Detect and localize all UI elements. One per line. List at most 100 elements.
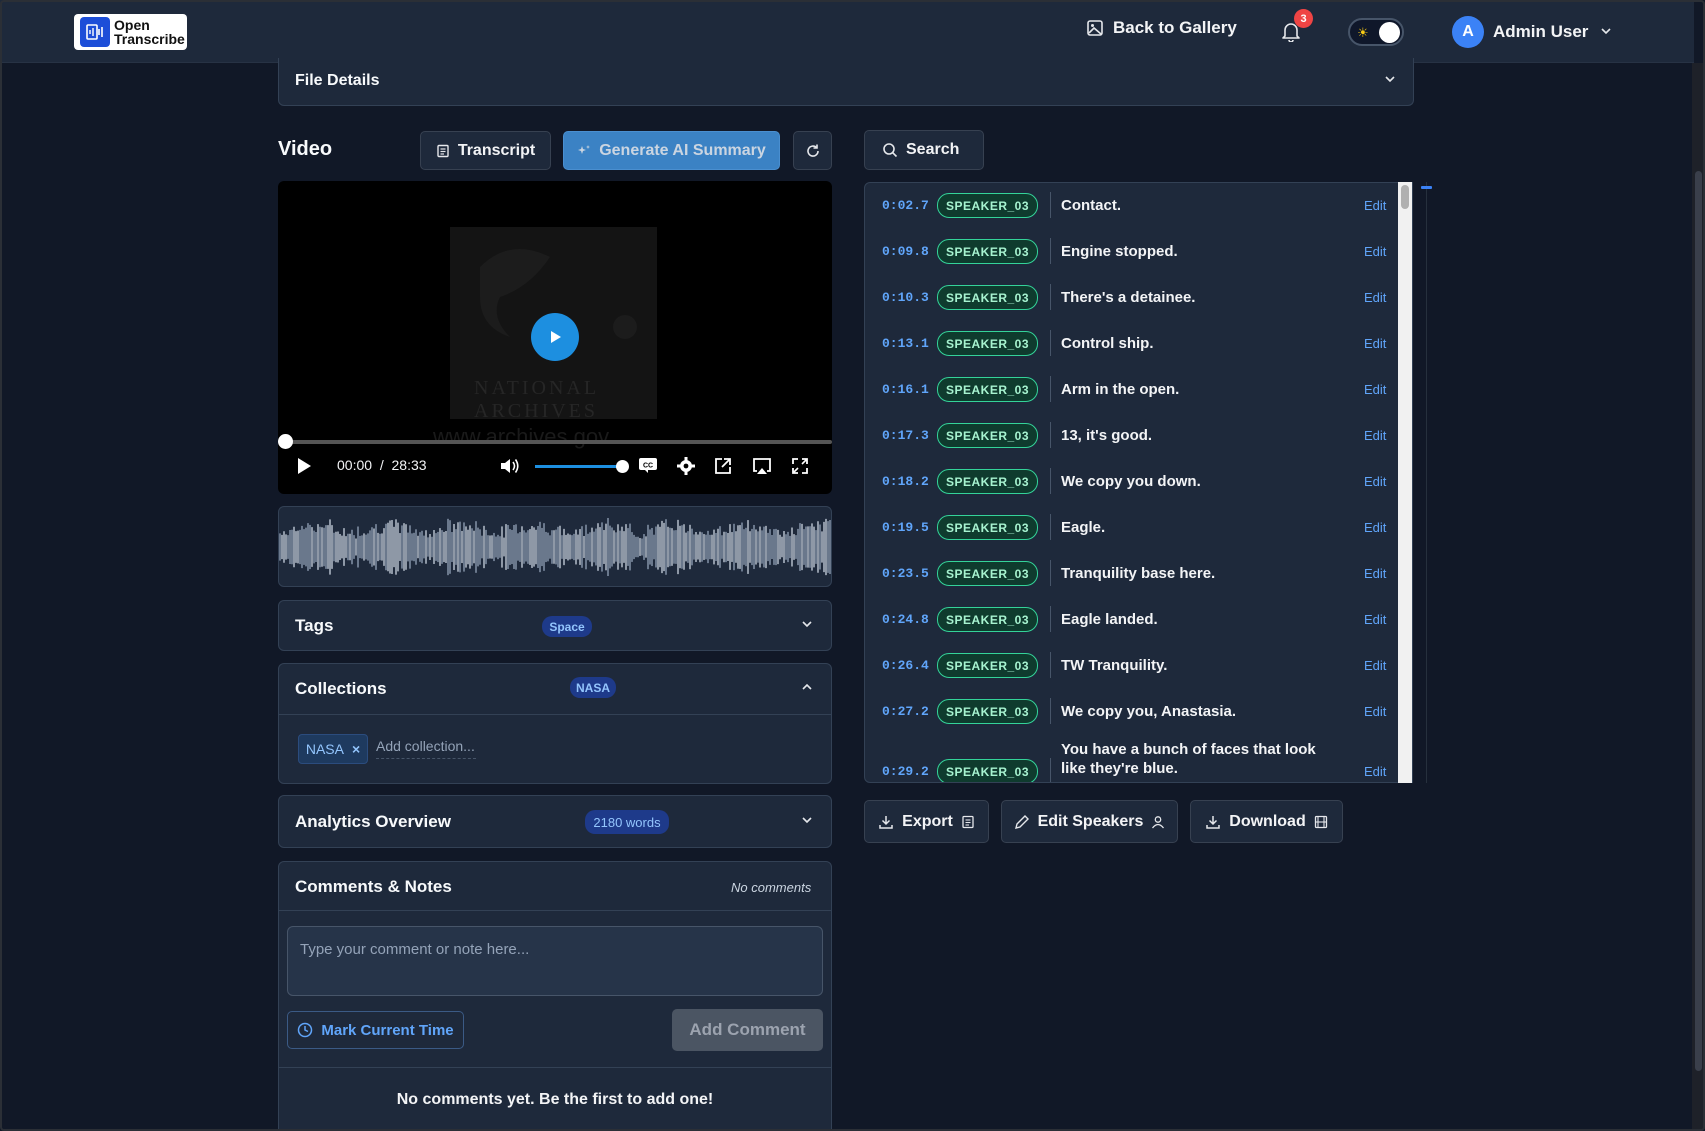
transcript-button[interactable]: Transcript <box>420 131 551 170</box>
play-button[interactable] <box>294 456 314 481</box>
collections-title[interactable]: Collections <box>295 679 387 699</box>
play-overlay-button[interactable] <box>531 313 579 361</box>
seek-bar[interactable] <box>284 440 832 444</box>
transcript-scrollbar-thumb[interactable] <box>1401 185 1409 209</box>
segment-timestamp[interactable]: 0:23.5 <box>882 566 929 581</box>
transcript-row[interactable]: 0:13.1 SPEAKER_03 Control ship. Edit <box>865 321 1399 367</box>
video-player[interactable]: NATIONAL ARCHIVES www.archives.gov 00:00… <box>278 181 832 494</box>
app-logo[interactable]: Open Transcribe <box>74 14 187 50</box>
back-to-gallery-link[interactable]: Back to Gallery <box>1086 18 1237 38</box>
segment-text[interactable]: Tranquility base here. <box>1061 564 1331 583</box>
chevron-down-icon[interactable] <box>800 813 814 832</box>
transcript-row[interactable]: 0:19.5 SPEAKER_03 Eagle. Edit <box>865 505 1399 551</box>
edit-segment-button[interactable]: Edit <box>1364 290 1386 305</box>
seek-handle[interactable] <box>278 434 293 449</box>
segment-text[interactable]: Control ship. <box>1061 334 1331 353</box>
speaker-badge[interactable]: SPEAKER_03 <box>937 561 1038 586</box>
speaker-badge[interactable]: SPEAKER_03 <box>937 607 1038 632</box>
chevron-up-icon[interactable] <box>800 680 814 699</box>
chevron-down-icon[interactable] <box>800 617 814 636</box>
volume-slider[interactable] <box>535 465 621 468</box>
transcript-row[interactable]: 0:27.2 SPEAKER_03 We copy you, Anastasia. E… <box>865 689 1399 735</box>
comment-textarea[interactable]: Type your comment or note here... <box>287 926 823 996</box>
transcript-row[interactable]: 0:18.2 SPEAKER_03 We copy you down. Edit <box>865 459 1399 505</box>
segment-timestamp[interactable]: 0:17.3 <box>882 428 929 443</box>
popout-button[interactable] <box>713 456 733 481</box>
add-comment-button[interactable]: Add Comment <box>672 1009 823 1051</box>
segment-text[interactable]: Arm in the open. <box>1061 380 1331 399</box>
user-name[interactable]: Admin User <box>1493 22 1588 42</box>
transcript-row[interactable]: 0:26.4 SPEAKER_03 TW Tranquility. Edit <box>865 643 1399 689</box>
edit-segment-button[interactable]: Edit <box>1364 244 1386 259</box>
audio-waveform[interactable] <box>278 506 832 587</box>
segment-text[interactable]: You have a bunch of faces that look like… <box>1061 740 1331 778</box>
speaker-badge[interactable]: SPEAKER_03 <box>937 193 1038 218</box>
transcript-row[interactable]: 0:17.3 SPEAKER_03 13, it's good. Edit <box>865 413 1399 459</box>
edit-segment-button[interactable]: Edit <box>1364 612 1386 627</box>
segment-text[interactable]: Eagle. <box>1061 518 1331 537</box>
add-collection-input[interactable]: Add collection... <box>376 738 476 759</box>
settings-button[interactable] <box>676 456 696 481</box>
segment-timestamp[interactable]: 0:19.5 <box>882 520 929 535</box>
segment-timestamp[interactable]: 0:13.1 <box>882 336 929 351</box>
speaker-badge[interactable]: SPEAKER_03 <box>937 331 1038 356</box>
cast-button[interactable] <box>752 456 772 481</box>
edit-segment-button[interactable]: Edit <box>1364 198 1386 213</box>
chevron-down-icon[interactable] <box>1600 24 1612 42</box>
theme-toggle[interactable]: ☀ <box>1348 18 1404 46</box>
file-details-panel[interactable]: File Details <box>278 58 1414 106</box>
edit-segment-button[interactable]: Edit <box>1364 764 1386 779</box>
segment-text[interactable]: TW Tranquility. <box>1061 656 1331 675</box>
segment-timestamp[interactable]: 0:10.3 <box>882 290 929 305</box>
segment-text[interactable]: Engine stopped. <box>1061 242 1331 261</box>
transcript-row[interactable]: 0:02.7 SPEAKER_03 Contact. Edit <box>865 183 1399 229</box>
segment-timestamp[interactable]: 0:27.2 <box>882 704 929 719</box>
download-button[interactable]: Download <box>1190 800 1343 843</box>
segment-timestamp[interactable]: 0:18.2 <box>882 474 929 489</box>
transcript-row[interactable]: 0:24.8 SPEAKER_03 Eagle landed. Edit <box>865 597 1399 643</box>
speaker-badge[interactable]: SPEAKER_03 <box>937 239 1038 264</box>
speaker-badge[interactable]: SPEAKER_03 <box>937 515 1038 540</box>
segment-timestamp[interactable]: 0:02.7 <box>882 198 929 213</box>
refresh-button[interactable] <box>793 131 832 170</box>
speaker-badge[interactable]: SPEAKER_03 <box>937 759 1038 782</box>
transcript-list[interactable]: 0:02.7 SPEAKER_03 Contact. Edit 0:09.8 SPEAKE… <box>864 182 1413 783</box>
segment-text[interactable]: There's a detainee. <box>1061 288 1331 307</box>
segment-text[interactable]: We copy you down. <box>1061 472 1331 491</box>
edit-segment-button[interactable]: Edit <box>1364 566 1386 581</box>
speaker-badge[interactable]: SPEAKER_03 <box>937 653 1038 678</box>
transcript-row[interactable]: 0:09.8 SPEAKER_03 Engine stopped. Edit <box>865 229 1399 275</box>
segment-timestamp[interactable]: 0:26.4 <box>882 658 929 673</box>
tags-panel[interactable]: Tags Space <box>278 600 832 651</box>
speaker-badge[interactable]: SPEAKER_03 <box>937 285 1038 310</box>
user-avatar[interactable]: A <box>1452 16 1484 48</box>
transcript-search-button[interactable]: Search <box>864 130 984 170</box>
edit-segment-button[interactable]: Edit <box>1364 520 1386 535</box>
transcript-minimap-marker[interactable] <box>1421 186 1432 189</box>
fullscreen-button[interactable] <box>790 456 810 481</box>
export-button[interactable]: Export <box>864 800 989 843</box>
page-scrollbar-thumb[interactable] <box>1695 171 1702 1071</box>
segment-text[interactable]: Eagle landed. <box>1061 610 1331 629</box>
analytics-panel[interactable]: Analytics Overview 2180 words <box>278 795 832 848</box>
segment-timestamp[interactable]: 0:16.1 <box>882 382 929 397</box>
transcript-row[interactable]: 0:16.1 SPEAKER_03 Arm in the open. Edit <box>865 367 1399 413</box>
remove-collection-button[interactable]: × <box>352 741 360 757</box>
transcript-row[interactable]: 0:10.3 SPEAKER_03 There's a detainee. Edit <box>865 275 1399 321</box>
segment-timestamp[interactable]: 0:24.8 <box>882 612 929 627</box>
segment-timestamp[interactable]: 0:09.8 <box>882 244 929 259</box>
mark-current-time-button[interactable]: Mark Current Time <box>287 1011 464 1049</box>
volume-button[interactable] <box>499 456 521 481</box>
segment-text[interactable]: We copy you, Anastasia. <box>1061 702 1331 721</box>
edit-speakers-button[interactable]: Edit Speakers <box>1001 800 1178 843</box>
transcript-scrollbar[interactable] <box>1398 182 1412 783</box>
edit-segment-button[interactable]: Edit <box>1364 382 1386 397</box>
edit-segment-button[interactable]: Edit <box>1364 474 1386 489</box>
speaker-badge[interactable]: SPEAKER_03 <box>937 699 1038 724</box>
generate-ai-summary-button[interactable]: Generate AI Summary <box>563 131 780 170</box>
transcript-row[interactable]: 0:29.2 SPEAKER_03 You have a bunch of face… <box>865 735 1399 782</box>
edit-segment-button[interactable]: Edit <box>1364 704 1386 719</box>
segment-timestamp[interactable]: 0:29.2 <box>882 764 929 779</box>
captions-button[interactable]: CC <box>638 456 658 479</box>
speaker-badge[interactable]: SPEAKER_03 <box>937 423 1038 448</box>
